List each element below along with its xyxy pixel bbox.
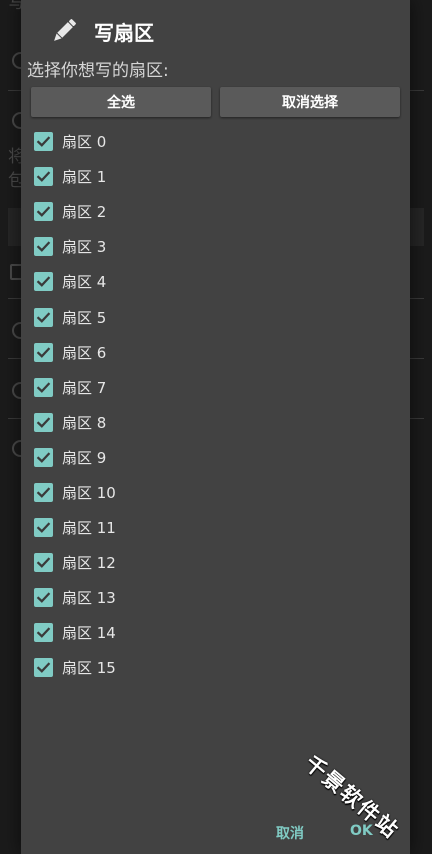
pencil-icon (54, 19, 76, 41)
sector-label: 扇区 15 (62, 659, 116, 678)
sector-checkbox[interactable] (34, 658, 53, 678)
selection-button-row: 全选 取消选择 (31, 87, 400, 117)
sector-label: 扇区 3 (62, 238, 107, 257)
sector-label: 扇区 7 (62, 378, 107, 397)
cancel-button[interactable]: 取消 (276, 823, 304, 843)
dialog-title: 写扇区 (94, 20, 154, 45)
deselect-all-button[interactable]: 取消选择 (220, 87, 400, 117)
sector-item[interactable]: 扇区 1 (34, 159, 334, 194)
checkmark-icon (36, 522, 51, 533)
sector-item[interactable]: 扇区 3 (34, 229, 334, 264)
checkmark-icon (36, 346, 51, 358)
checkmark-icon (36, 241, 51, 253)
sector-checkbox[interactable] (34, 518, 53, 538)
sector-list: 扇区 0 扇区 1 扇区 2 扇区 3 扇区 4 扇区 5 扇区 6 扇区 7 扇区 8 扇区 9… (34, 124, 334, 686)
sector-checkbox[interactable] (34, 202, 53, 222)
sector-checkbox[interactable] (34, 307, 53, 327)
dialog-subtitle: 选择你想写的扇区: (27, 61, 169, 81)
sector-label: 扇区 10 (62, 483, 116, 502)
select-all-button[interactable]: 全选 (31, 87, 211, 117)
checkmark-icon (36, 382, 51, 393)
sector-label: 扇区 6 (62, 343, 107, 362)
sector-checkbox[interactable] (34, 272, 53, 292)
sector-label: 扇区 13 (62, 589, 116, 608)
sector-label: 扇区 12 (62, 554, 116, 573)
sector-checkbox[interactable] (34, 167, 53, 187)
sector-item[interactable]: 扇区 14 (34, 615, 334, 650)
checkmark-icon (36, 557, 51, 569)
sector-item[interactable]: 扇区 5 (34, 299, 334, 334)
sector-label: 扇区 5 (62, 308, 107, 327)
checkmark-icon (36, 171, 51, 182)
checkmark-icon (36, 662, 51, 674)
sector-item[interactable]: 扇区 4 (34, 264, 334, 299)
sector-label: 扇区 0 (62, 133, 107, 152)
sector-checkbox[interactable] (34, 377, 53, 397)
sector-label: 扇区 2 (62, 203, 107, 222)
sector-item[interactable]: 扇区 13 (34, 580, 334, 615)
checkmark-icon (36, 487, 51, 498)
sector-label: 扇区 8 (62, 413, 107, 432)
write-sector-dialog: 写扇区 选择你想写的扇区: 全选 取消选择 扇区 0 扇区 1 扇区 2 扇区 3 扇区… (21, 0, 410, 854)
sector-checkbox[interactable] (34, 588, 53, 608)
checkmark-icon (36, 136, 51, 147)
sector-checkbox[interactable] (34, 132, 53, 152)
checkmark-icon (36, 276, 51, 288)
checkmark-icon (36, 592, 51, 604)
sector-item[interactable]: 扇区 6 (34, 335, 334, 370)
sector-checkbox[interactable] (34, 623, 53, 643)
sector-item[interactable]: 扇区 12 (34, 545, 334, 580)
sector-checkbox[interactable] (34, 412, 53, 432)
dialog-header: 写扇区 (49, 14, 154, 48)
checkmark-icon (36, 311, 51, 323)
checkmark-icon (36, 206, 51, 218)
sector-item[interactable]: 扇区 11 (34, 510, 334, 545)
sector-label: 扇区 11 (62, 519, 116, 538)
sector-item[interactable]: 扇区 10 (34, 475, 334, 510)
sector-checkbox[interactable] (34, 237, 53, 257)
sector-item[interactable]: 扇区 7 (34, 370, 334, 405)
sector-item[interactable]: 扇区 0 (34, 124, 334, 159)
checkmark-icon (36, 452, 51, 463)
sector-item[interactable]: 扇区 2 (34, 194, 334, 229)
sector-checkbox[interactable] (34, 342, 53, 362)
sector-checkbox[interactable] (34, 482, 53, 502)
sector-item[interactable]: 扇区 15 (34, 650, 334, 685)
sector-item[interactable]: 扇区 9 (34, 440, 334, 475)
sector-checkbox[interactable] (34, 553, 53, 573)
sector-item[interactable]: 扇区 8 (34, 405, 334, 440)
checkmark-icon (36, 627, 51, 639)
sector-checkbox[interactable] (34, 447, 53, 467)
sector-label: 扇区 9 (62, 448, 107, 467)
sector-label: 扇区 4 (62, 273, 107, 292)
sector-label: 扇区 1 (62, 168, 107, 187)
checkmark-icon (36, 417, 51, 428)
sector-label: 扇区 14 (62, 624, 116, 643)
